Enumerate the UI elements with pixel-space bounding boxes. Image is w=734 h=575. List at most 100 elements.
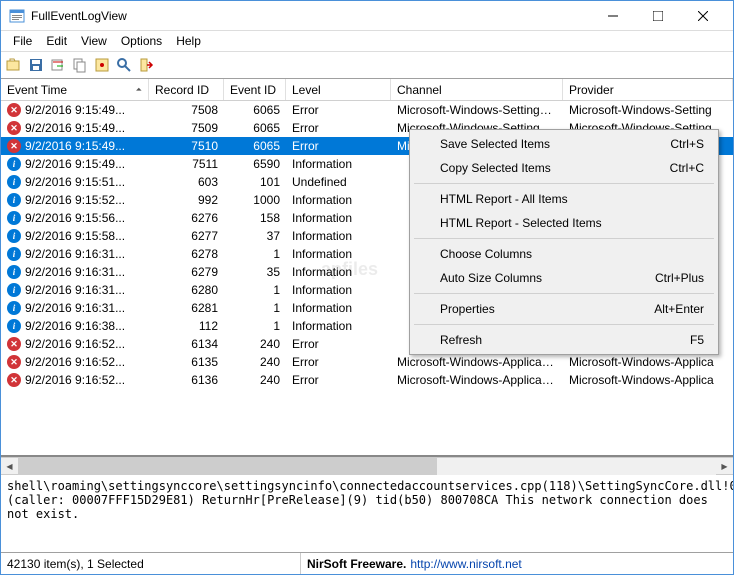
column-level[interactable]: Level — [286, 79, 391, 100]
info-icon — [7, 211, 21, 225]
column-channel[interactable]: Channel — [391, 79, 563, 100]
toolbar-exit-icon[interactable] — [137, 56, 155, 74]
minimize-button[interactable] — [590, 1, 635, 30]
titlebar: FullEventLogView — [1, 1, 733, 31]
cell-level: Information — [286, 192, 391, 208]
scroll-left-button[interactable]: ◀ — [1, 458, 18, 475]
cell-event-id: 158 — [224, 210, 286, 226]
cell-event-time: 9/2/2016 9:16:38... — [25, 319, 125, 333]
context-menu-item[interactable]: Choose Columns — [412, 242, 716, 266]
toolbar-find-icon[interactable] — [115, 56, 133, 74]
context-menu-item[interactable]: HTML Report - All Items — [412, 187, 716, 211]
cell-record-id: 603 — [149, 174, 224, 190]
cell-level: Information — [286, 282, 391, 298]
info-icon — [7, 283, 21, 297]
cell-event-time: 9/2/2016 9:15:49... — [25, 139, 125, 153]
context-menu-item[interactable]: Save Selected ItemsCtrl+S — [412, 132, 716, 156]
context-menu-item[interactable]: Auto Size ColumnsCtrl+Plus — [412, 266, 716, 290]
info-icon — [7, 229, 21, 243]
cell-event-time: 9/2/2016 9:15:49... — [25, 121, 125, 135]
cell-record-id: 7510 — [149, 138, 224, 154]
menu-item-shortcut: F5 — [690, 333, 704, 347]
menu-item-shortcut: Alt+Enter — [654, 302, 704, 316]
cell-event-id: 37 — [224, 228, 286, 244]
menu-item-shortcut: Ctrl+S — [670, 137, 704, 151]
toolbar-filter-icon[interactable] — [49, 56, 67, 74]
cell-event-id: 240 — [224, 372, 286, 388]
context-menu-item[interactable]: RefreshF5 — [412, 328, 716, 352]
cell-event-time: 9/2/2016 9:15:58... — [25, 229, 125, 243]
brand-url-link[interactable]: http://www.nirsoft.net — [410, 557, 521, 571]
cell-event-time: 9/2/2016 9:16:52... — [25, 355, 125, 369]
column-record-id[interactable]: Record ID — [149, 79, 224, 100]
app-window: FullEventLogView File Edit View Options … — [0, 0, 734, 575]
cell-record-id: 6280 — [149, 282, 224, 298]
cell-provider: Microsoft-Windows-Setting — [563, 102, 733, 118]
cell-event-time: 9/2/2016 9:16:52... — [25, 337, 125, 351]
info-icon — [7, 265, 21, 279]
menu-options[interactable]: Options — [115, 32, 168, 50]
cell-event-id: 6590 — [224, 156, 286, 172]
menu-item-label: HTML Report - All Items — [440, 192, 568, 206]
scroll-right-button[interactable]: ▶ — [716, 458, 733, 475]
error-icon — [7, 121, 21, 135]
cell-level: Information — [286, 264, 391, 280]
cell-event-time: 9/2/2016 9:15:49... — [25, 157, 125, 171]
cell-level: Information — [286, 300, 391, 316]
detail-pane[interactable]: shell\roaming\settingsynccore\settingsyn… — [1, 474, 733, 552]
toolbar-copy-icon[interactable] — [71, 56, 89, 74]
context-menu-item[interactable]: PropertiesAlt+Enter — [412, 297, 716, 321]
cell-record-id: 6135 — [149, 354, 224, 370]
cell-event-time: 9/2/2016 9:16:52... — [25, 373, 125, 387]
toolbar-properties-icon[interactable] — [93, 56, 111, 74]
toolbar — [1, 51, 733, 79]
cell-event-id: 6065 — [224, 102, 286, 118]
scroll-track[interactable] — [18, 458, 716, 475]
table-row[interactable]: 9/2/2016 9:16:52...6136240ErrorMicrosoft… — [1, 371, 733, 389]
statusbar: 42130 item(s), 1 Selected NirSoft Freewa… — [1, 552, 733, 574]
menu-edit[interactable]: Edit — [40, 32, 73, 50]
maximize-button[interactable] — [635, 1, 680, 30]
window-title: FullEventLogView — [31, 9, 590, 23]
cell-record-id: 6278 — [149, 246, 224, 262]
column-provider[interactable]: Provider — [563, 79, 733, 100]
menu-file[interactable]: File — [7, 32, 38, 50]
error-icon — [7, 337, 21, 351]
cell-event-id: 1 — [224, 300, 286, 316]
cell-event-id: 240 — [224, 354, 286, 370]
table-row[interactable]: 9/2/2016 9:15:49...75086065ErrorMicrosof… — [1, 101, 733, 119]
cell-record-id: 992 — [149, 192, 224, 208]
context-menu-item[interactable]: Copy Selected ItemsCtrl+C — [412, 156, 716, 180]
cell-record-id: 7509 — [149, 120, 224, 136]
menu-item-shortcut: Ctrl+Plus — [655, 271, 704, 285]
cell-level: Error — [286, 102, 391, 118]
cell-event-id: 35 — [224, 264, 286, 280]
column-event-id[interactable]: Event ID — [224, 79, 286, 100]
scroll-thumb[interactable] — [18, 458, 437, 475]
toolbar-open-icon[interactable] — [5, 56, 23, 74]
table-row[interactable]: 9/2/2016 9:16:52...6135240ErrorMicrosoft… — [1, 353, 733, 371]
menu-help[interactable]: Help — [170, 32, 207, 50]
cell-event-time: 9/2/2016 9:15:51... — [25, 175, 125, 189]
content-area: Event Time⏶ Record ID Event ID Level Cha… — [1, 79, 733, 552]
cell-channel: Microsoft-Windows-SettingSy... — [391, 102, 563, 118]
cell-level: Error — [286, 138, 391, 154]
cell-level: Error — [286, 354, 391, 370]
cell-channel: Microsoft-Windows-Applicati... — [391, 372, 563, 388]
status-branding: NirSoft Freeware. http://www.nirsoft.net — [301, 553, 733, 574]
column-event-time[interactable]: Event Time⏶ — [1, 79, 149, 100]
app-icon — [9, 8, 25, 24]
menu-view[interactable]: View — [75, 32, 113, 50]
toolbar-save-icon[interactable] — [27, 56, 45, 74]
cell-level: Information — [286, 228, 391, 244]
context-menu: Save Selected ItemsCtrl+SCopy Selected I… — [409, 129, 719, 355]
cell-level: Error — [286, 372, 391, 388]
menu-item-label: Choose Columns — [440, 247, 532, 261]
cell-level: Information — [286, 210, 391, 226]
context-menu-item[interactable]: HTML Report - Selected Items — [412, 211, 716, 235]
horizontal-scrollbar[interactable]: ◀ ▶ — [1, 457, 733, 474]
close-button[interactable] — [680, 1, 725, 30]
cell-event-id: 1 — [224, 282, 286, 298]
cell-event-time: 9/2/2016 9:16:31... — [25, 301, 125, 315]
info-icon — [7, 175, 21, 189]
